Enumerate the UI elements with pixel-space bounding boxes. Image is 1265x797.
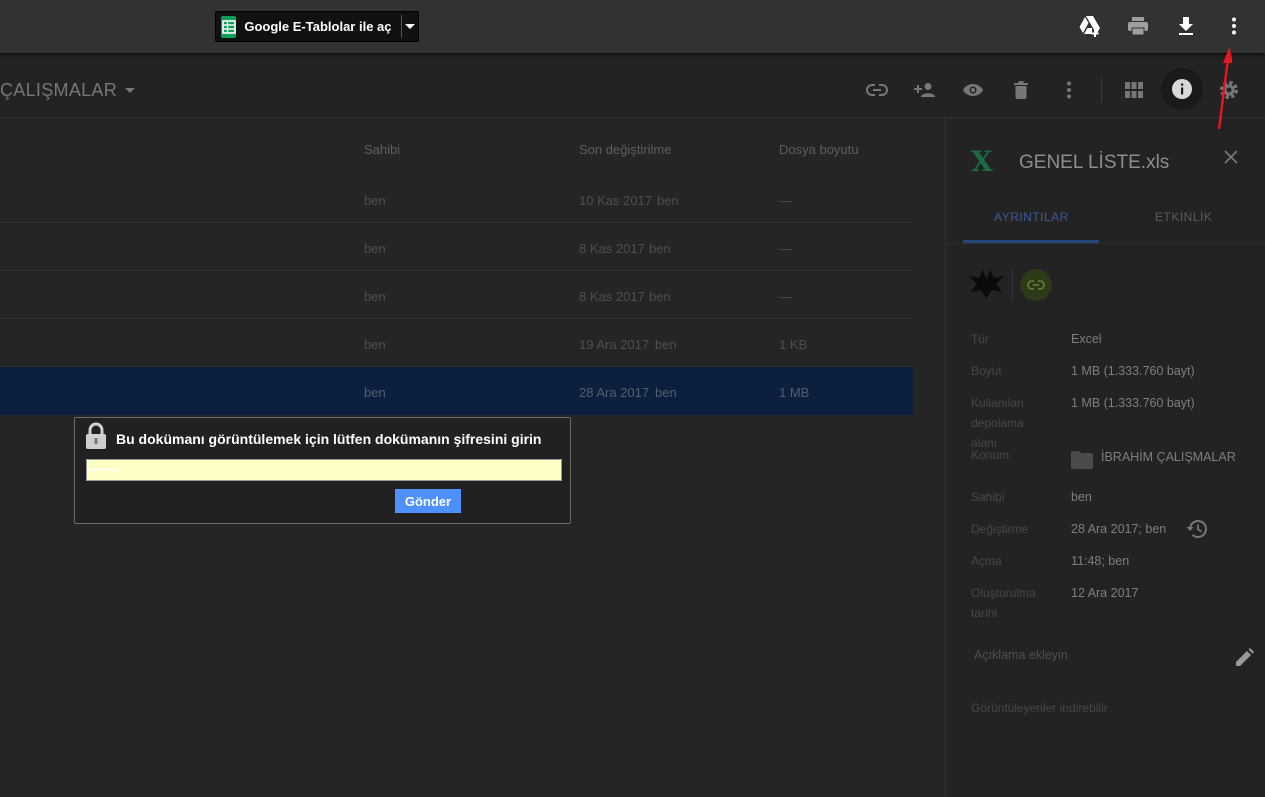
link-sharing-icon [1027, 280, 1045, 290]
open-with-dropdown-icon[interactable] [401, 23, 418, 30]
google-sheets-icon [221, 15, 237, 38]
row-modified-by: ben [657, 193, 679, 208]
description-input[interactable]: Açıklama ekleyin [974, 648, 1068, 662]
prop-value-size: 1 MB (1.333.760 bayt) [1071, 364, 1195, 378]
table-row[interactable]: ben 8 Kas 2017 ben — [0, 223, 913, 271]
prop-value-location[interactable]: İBRAHİM ÇALIŞMALAR [1101, 450, 1236, 464]
row-size: — [779, 289, 792, 304]
prop-label-storage: Kullanılan depolama alanı [971, 396, 1024, 450]
info-icon [1172, 79, 1192, 99]
row-modified-by: ben [655, 385, 677, 400]
prop-label-opened: Açma [971, 554, 1002, 568]
info-toggle-button[interactable] [1161, 68, 1203, 110]
row-owner: ben [364, 241, 386, 256]
row-size: — [779, 241, 792, 256]
row-modified: 28 Ara 2017 [579, 385, 650, 400]
tab-details[interactable]: AYRINTILAR [994, 210, 1069, 224]
viewers-can-download-note: Görüntüleyenler indirebilir [971, 701, 1108, 715]
print-icon[interactable] [1126, 14, 1150, 38]
prop-label-type: Tür [971, 332, 989, 346]
excel-file-icon: X [971, 145, 993, 178]
row-owner: ben [364, 337, 386, 352]
lock-icon [86, 422, 106, 449]
row-size: 1 MB [779, 385, 810, 400]
row-modified: 19 Ara 2017 [579, 337, 650, 352]
drive-toolbar: ÇALIŞMALAR [0, 53, 1265, 118]
annotation-arrow-icon [1217, 47, 1232, 130]
password-dialog: Bu dokümanı görüntülemek için lütfen dok… [74, 417, 571, 524]
link-icon[interactable] [865, 78, 889, 102]
close-icon[interactable] [1220, 146, 1242, 168]
row-modified: 10 Kas 2017 [579, 193, 653, 208]
preview-icon[interactable] [961, 78, 985, 102]
password-input[interactable] [86, 459, 562, 481]
toolbar-divider [1101, 77, 1102, 103]
row-owner: ben [364, 385, 386, 400]
table-row-selected[interactable]: ben 28 Ara 2017 ben 1 MB [0, 367, 913, 415]
open-with-label: Google E-Tablolar ile aç [244, 19, 392, 34]
table-row[interactable]: ben 10 Kas 2017 ben — [0, 175, 913, 223]
column-header-size[interactable]: Dosya boyutu [779, 142, 859, 157]
download-icon[interactable] [1174, 14, 1198, 38]
breadcrumb-caret-icon [125, 88, 136, 93]
row-modified: 8 Kas 2017 [579, 289, 645, 304]
owner-avatar[interactable] [969, 269, 1004, 301]
row-modified: 8 Kas 2017 [579, 241, 645, 256]
column-header-modified[interactable]: Son değiştirilme [579, 142, 672, 157]
row-modified-by: ben [649, 241, 671, 256]
add-to-drive-icon[interactable] [1078, 14, 1102, 38]
row-owner: ben [364, 289, 386, 304]
row-owner: ben [364, 193, 386, 208]
tab-activity[interactable]: ETKİNLİK [1155, 210, 1212, 224]
submit-button[interactable]: Gönder [395, 489, 461, 513]
prop-label-modified: Değiştirme [971, 522, 1029, 536]
prop-value-storage: 1 MB (1.333.760 bayt) [1071, 396, 1195, 410]
prop-value-created: 12 Ara 2017 [1071, 586, 1139, 600]
link-sharing-button[interactable] [1020, 269, 1052, 301]
edit-pencil-icon[interactable] [1234, 646, 1256, 668]
add-person-icon[interactable] [913, 78, 937, 102]
row-modified-by: ben [649, 289, 671, 304]
table-row[interactable]: ben 19 Ara 2017 ben 1 KB [0, 319, 913, 367]
row-size: — [779, 193, 792, 208]
top-bar: Google E-Tablolar ile aç [0, 0, 1265, 53]
table-row[interactable]: ben 8 Kas 2017 ben — [0, 271, 913, 319]
prop-value-modified: 28 Ara 2017; ben [1071, 522, 1167, 536]
version-history-icon[interactable] [1184, 517, 1208, 541]
tabs-divider [946, 243, 1265, 244]
prop-label-owner: Sahibi [971, 490, 1005, 504]
prop-value-type: Excel [1071, 332, 1102, 346]
breadcrumb[interactable]: ÇALIŞMALAR [0, 80, 136, 101]
prop-value-opened: 11:48; ben [1071, 554, 1130, 568]
details-file-name: GENEL LİSTE.xls [1019, 152, 1170, 173]
folder-icon [1071, 451, 1093, 469]
row-size: 1 KB [779, 337, 808, 352]
row-modified-by: ben [655, 337, 677, 352]
avatar-divider [1012, 268, 1013, 302]
open-with-button[interactable]: Google E-Tablolar ile aç [215, 11, 419, 42]
grid-view-icon[interactable] [1122, 78, 1146, 102]
breadcrumb-folder-name: ÇALIŞMALAR [0, 80, 118, 100]
password-prompt: Bu dokümanı görüntülemek için lütfen dok… [116, 431, 542, 447]
prop-label-location: Konum [971, 448, 1010, 462]
details-panel: X GENEL LİSTE.xls AYRINTILAR ETKİNLİK Tü… [945, 118, 1265, 797]
prop-value-owner: ben [1071, 490, 1092, 504]
prop-label-created: Oluşturulma tarihi [971, 586, 1036, 620]
column-header-owner[interactable]: Sahibi [364, 142, 400, 157]
prop-label-size: Boyut [971, 364, 1002, 378]
trash-icon[interactable] [1009, 78, 1033, 102]
toolbar-more-vert-icon[interactable] [1057, 78, 1081, 102]
more-vert-icon[interactable] [1222, 14, 1246, 38]
